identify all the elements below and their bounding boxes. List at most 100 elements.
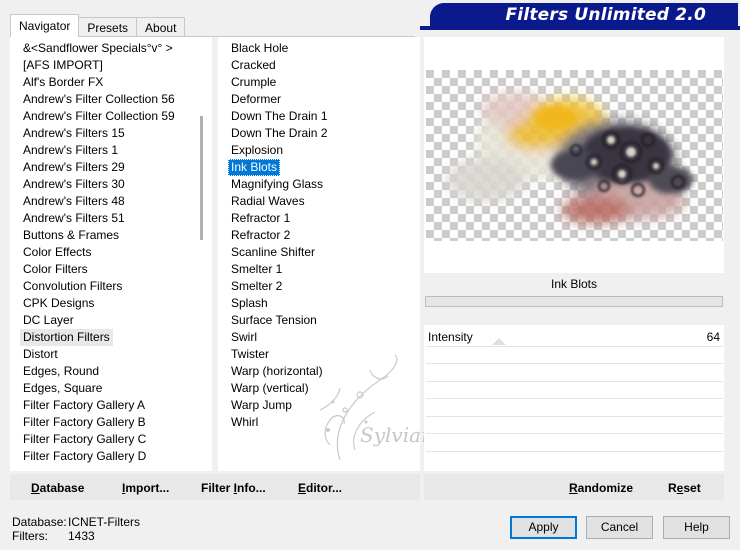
list-item[interactable]: Radial Waves <box>228 193 408 210</box>
help-button[interactable]: Help <box>663 516 730 539</box>
list-item[interactable]: DC Layer <box>20 312 200 329</box>
list-item[interactable]: Cracked <box>228 57 408 74</box>
categories-label: Filter Factory Gallery D <box>23 449 147 463</box>
list-item[interactable]: Smelter 1 <box>228 261 408 278</box>
apply-button[interactable]: Apply <box>510 516 577 539</box>
list-item[interactable]: Andrew's Filters 51 <box>20 210 200 227</box>
categories-label: Color Effects <box>23 245 92 259</box>
list-item[interactable]: Explosion <box>228 142 408 159</box>
slider-thumb[interactable] <box>492 338 506 345</box>
list-item[interactable]: Andrew's Filters 1 <box>20 142 200 159</box>
cancel-button[interactable]: Cancel <box>586 516 653 539</box>
list-item[interactable]: Warp (horizontal) <box>228 363 408 380</box>
filters-label: Smelter 2 <box>231 279 283 293</box>
categories-label: Andrew's Filters 51 <box>23 211 125 225</box>
list-item[interactable]: CPK Designs <box>20 295 200 312</box>
list-item[interactable]: Distortion Filters <box>20 329 200 346</box>
list-item[interactable]: Magnifying Glass <box>228 176 408 193</box>
parameter-divider <box>426 381 723 382</box>
list-item[interactable]: Convolution Filters <box>20 278 200 295</box>
category-list[interactable]: &<Sandflower Specials°v° > [AFS IMPORT] Al… <box>20 40 200 468</box>
list-item[interactable]: Warp Jump <box>228 397 408 414</box>
list-item[interactable]: Twister <box>228 346 408 363</box>
list-item[interactable]: Splash <box>228 295 408 312</box>
list-item[interactable]: Andrew's Filter Collection 56 <box>20 91 200 108</box>
status-database-value: ICNET-Filters <box>68 515 140 529</box>
editor-button[interactable]: Editor... <box>298 479 342 497</box>
parameter-divider <box>426 346 723 347</box>
list-item[interactable]: Deformer <box>228 91 408 108</box>
filters-label: Radial Waves <box>231 194 305 208</box>
randomize-button[interactable]: Randomize <box>569 479 633 497</box>
list-item[interactable]: Andrew's Filters 29 <box>20 159 200 176</box>
list-item[interactable]: Filter Factory Gallery D <box>20 448 200 465</box>
categories-label: Andrew's Filters 30 <box>23 177 125 191</box>
list-item[interactable]: Ink Blots <box>228 159 408 176</box>
parameter-divider <box>426 433 723 434</box>
tab-presets[interactable]: Presets <box>78 17 138 37</box>
list-item[interactable]: &<Sandflower Specials°v° > <box>20 40 200 57</box>
list-item[interactable]: Smelter 2 <box>228 278 408 295</box>
list-item[interactable]: Down The Drain 2 <box>228 125 408 142</box>
list-item[interactable]: Andrew's Filters 30 <box>20 176 200 193</box>
reset-button[interactable]: Reset <box>668 479 701 497</box>
filters-label: Explosion <box>231 143 284 157</box>
filters-label: Scanline Shifter <box>231 245 316 259</box>
list-item[interactable]: Refractor 1 <box>228 210 408 227</box>
filters-label: Whirl <box>231 415 259 429</box>
parameter-divider <box>426 451 723 452</box>
list-item[interactable]: Filter Factory Gallery E <box>20 465 200 468</box>
categories-label: Filter Factory Gallery E <box>20 465 149 468</box>
list-item[interactable]: Andrew's Filters 48 <box>20 193 200 210</box>
categories-label: &<Sandflower Specials°v° > <box>23 41 173 55</box>
list-item[interactable]: Edges, Square <box>20 380 200 397</box>
categories-label: DC Layer <box>23 313 74 327</box>
parameter-divider <box>426 416 723 417</box>
filters-label: Magnifying Glass <box>231 177 324 191</box>
filters-label: Twister <box>231 347 270 361</box>
database-button[interactable]: Database <box>31 479 84 497</box>
list-item[interactable]: Down The Drain 1 <box>228 108 408 125</box>
filter-info-button[interactable]: Filter Info... <box>201 479 266 497</box>
categories-label: Edges, Round <box>23 364 100 378</box>
categories-label: Andrew's Filters 48 <box>23 194 125 208</box>
import-button[interactable]: Import... <box>122 479 169 497</box>
list-item[interactable]: Color Effects <box>20 244 200 261</box>
list-item[interactable]: Warp (vertical) <box>228 380 408 397</box>
list-item[interactable]: Surface Tension <box>228 312 408 329</box>
list-item[interactable]: Black Hole <box>228 40 408 57</box>
filters-label: Surface Tension <box>231 313 317 327</box>
list-item[interactable]: Edges, Round <box>20 363 200 380</box>
filters-label: Crumple <box>231 75 277 89</box>
list-item[interactable]: Filter Factory Gallery B <box>20 414 200 431</box>
list-item[interactable]: [AFS IMPORT] <box>20 57 200 74</box>
list-item[interactable]: Alf's Border FX <box>20 74 200 91</box>
list-item[interactable]: Scanline Shifter <box>228 244 408 261</box>
tab-navigator[interactable]: Navigator <box>10 14 80 37</box>
list-item[interactable]: Refractor 2 <box>228 227 408 244</box>
categories-label: Andrew's Filters 1 <box>23 143 118 157</box>
list-item[interactable]: Filter Factory Gallery C <box>20 431 200 448</box>
list-item[interactable]: Distort <box>20 346 200 363</box>
current-filter-title: Ink Blots <box>424 273 724 295</box>
list-item[interactable]: Andrew's Filters 15 <box>20 125 200 142</box>
categories-label: Buttons & Frames <box>23 228 120 242</box>
list-item[interactable]: Andrew's Filter Collection 59 <box>20 108 200 125</box>
list-item[interactable]: Buttons & Frames <box>20 227 200 244</box>
categories-label: Distort <box>23 347 58 361</box>
preview-image <box>426 70 723 241</box>
categories-label: Convolution Filters <box>23 279 123 293</box>
categories-label: Color Filters <box>23 262 88 276</box>
status-database-label: Database: <box>12 515 67 529</box>
filters-label: Swirl <box>231 330 257 344</box>
list-item[interactable]: Swirl <box>228 329 408 346</box>
category-scrollbar[interactable] <box>200 116 203 240</box>
filter-list[interactable]: Black Hole Cracked Crumple Deformer Down The… <box>228 40 408 431</box>
tab-about[interactable]: About <box>136 17 186 37</box>
categories-label: Edges, Square <box>23 381 103 395</box>
categories-label: Andrew's Filters 15 <box>23 126 125 140</box>
list-item[interactable]: Color Filters <box>20 261 200 278</box>
list-item[interactable]: Filter Factory Gallery A <box>20 397 200 414</box>
parameter-row-intensity[interactable]: Intensity 64 <box>426 328 722 346</box>
list-item[interactable]: Crumple <box>228 74 408 91</box>
